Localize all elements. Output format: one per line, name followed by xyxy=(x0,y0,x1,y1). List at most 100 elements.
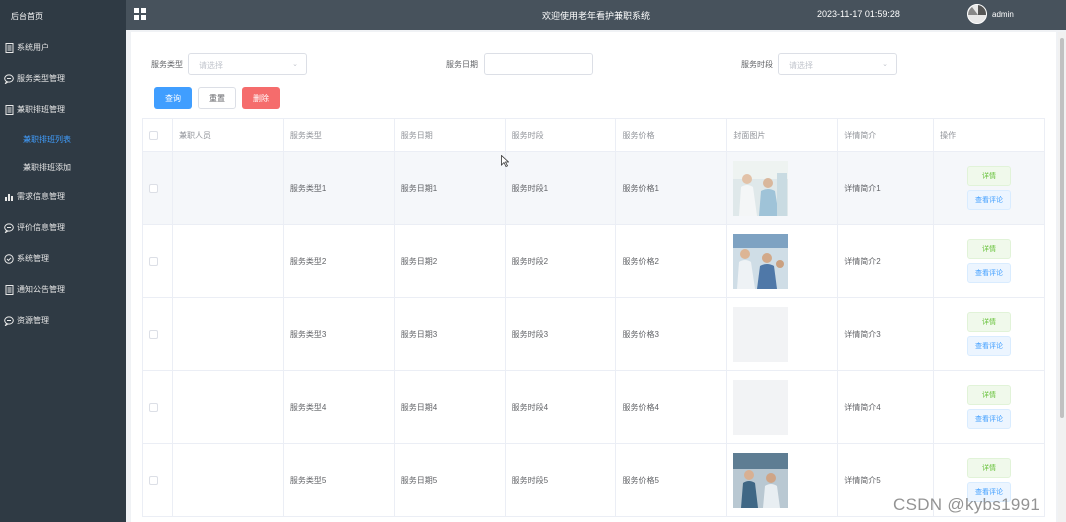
cell-date: 服务日期5 xyxy=(394,444,506,517)
select-all-checkbox[interactable] xyxy=(149,130,158,140)
cell-date: 服务日期3 xyxy=(394,298,506,371)
cell-date: 服务日期1 xyxy=(394,152,506,225)
detail-button[interactable]: 详情 xyxy=(967,312,1012,332)
cell-period: 服务时段2 xyxy=(505,225,617,298)
sidebar-item-service-type[interactable]: 服务类型管理 xyxy=(0,63,126,94)
service-type-select[interactable]: 请选择 ⌄ xyxy=(188,53,307,75)
cell-intro: 详情简介2 xyxy=(838,225,935,298)
cell-cover xyxy=(727,152,839,225)
cell-actions: 详情 查看评论 xyxy=(934,152,1045,225)
row-checkbox[interactable] xyxy=(149,183,158,193)
sidebar-item-label: 资源管理 xyxy=(17,316,49,325)
view-reviews-button[interactable]: 查看评论 xyxy=(967,336,1012,356)
cell-intro: 详情简介4 xyxy=(838,371,935,444)
cover-image[interactable] xyxy=(733,160,789,216)
cover-image-placeholder[interactable] xyxy=(733,379,789,435)
cell-cover xyxy=(727,444,839,517)
reset-button[interactable]: 重置 xyxy=(198,87,236,109)
sidebar-item-system[interactable]: 系统管理 xyxy=(0,243,126,274)
cell-type: 服务类型1 xyxy=(283,152,395,225)
cell-actions: 详情 查看评论 xyxy=(934,371,1045,444)
sidebar-item-label: 系统管理 xyxy=(17,254,49,263)
cell-type: 服务类型4 xyxy=(283,371,395,444)
sidebar-item-label: 通知公告管理 xyxy=(17,285,65,294)
sidebar-item-review[interactable]: 评价信息管理 xyxy=(0,212,126,243)
column-header: 服务时段 xyxy=(505,119,617,152)
sidebar-item-label: 系统用户 xyxy=(17,43,49,52)
table-row[interactable]: 服务类型3 服务日期3 服务时段3 服务价格3 详情简介3 详情 查看评论 xyxy=(143,298,1045,371)
sidebar: 后台首页 系统用户 服务类型管理 兼职排班管理 兼职排班列表 兼职排班添加 需求… xyxy=(0,0,126,522)
delete-button[interactable]: 删除 xyxy=(242,87,280,109)
sidebar-item-resource[interactable]: 资源管理 xyxy=(0,305,126,336)
detail-button[interactable]: 详情 xyxy=(967,239,1012,259)
cell-date: 服务日期2 xyxy=(394,225,506,298)
chevron-down-icon: ⌄ xyxy=(292,61,298,68)
cell-price: 服务价格4 xyxy=(616,371,728,444)
scrollbar[interactable] xyxy=(1058,32,1066,522)
cell-period: 服务时段4 xyxy=(505,371,617,444)
cell-cover xyxy=(727,371,839,444)
query-button[interactable]: 查询 xyxy=(154,87,192,109)
view-reviews-button[interactable]: 查看评论 xyxy=(967,190,1012,210)
table-row[interactable]: 服务类型2 服务日期2 服务时段2 服务价格2 详情简介2 详情 查看评论 xyxy=(143,225,1045,298)
cover-image[interactable] xyxy=(733,233,789,289)
column-header: 服务价格 xyxy=(616,119,728,152)
sidebar-subitem-schedule-add[interactable]: 兼职排班添加 xyxy=(0,153,126,181)
cell-period: 服务时段1 xyxy=(505,152,617,225)
service-date-input[interactable] xyxy=(484,53,593,75)
cell-price: 服务价格5 xyxy=(616,444,728,517)
row-checkbox-cell xyxy=(143,152,173,225)
view-reviews-button[interactable]: 查看评论 xyxy=(967,409,1012,429)
mouse-cursor-icon xyxy=(501,155,509,167)
cell-type: 服务类型3 xyxy=(283,298,395,371)
service-type-label: 服务类型 xyxy=(151,60,183,69)
cell-intro: 详情简介3 xyxy=(838,298,935,371)
row-checkbox[interactable] xyxy=(149,402,158,412)
cover-image-placeholder[interactable] xyxy=(733,306,789,362)
sidebar-home[interactable]: 后台首页 xyxy=(0,0,126,32)
watermark: CSDN @kybs1991 xyxy=(893,495,1041,514)
service-date-label: 服务日期 xyxy=(446,60,478,69)
row-checkbox-cell xyxy=(143,371,173,444)
document-icon xyxy=(4,104,14,115)
column-header: 兼职人员 xyxy=(172,119,284,152)
table-row[interactable]: 服务类型1 服务日期1 服务时段1 服务价格1 详情简介1 详情 查看评论 xyxy=(143,152,1045,225)
scrollbar-thumb[interactable] xyxy=(1060,38,1064,418)
cell-cover xyxy=(727,298,839,371)
row-checkbox[interactable] xyxy=(149,256,158,266)
cell-actions: 详情 查看评论 xyxy=(934,298,1045,371)
top-bar: 欢迎使用老年看护兼职系统 2023-11-17 01:59:28 admin xyxy=(126,0,1066,30)
table-row[interactable]: 服务类型4 服务日期4 服务时段4 服务价格4 详情简介4 详情 查看评论 xyxy=(143,371,1045,444)
cell-cover xyxy=(727,225,839,298)
cell-staff xyxy=(172,152,284,225)
sidebar-item-system-users[interactable]: 系统用户 xyxy=(0,32,126,63)
cell-period: 服务时段5 xyxy=(505,444,617,517)
service-period-select[interactable]: 请选择 ⌄ xyxy=(778,53,897,75)
row-checkbox-cell xyxy=(143,298,173,371)
detail-button[interactable]: 详情 xyxy=(967,458,1012,478)
row-checkbox[interactable] xyxy=(149,475,158,485)
cell-intro: 详情简介1 xyxy=(838,152,935,225)
sidebar-item-demand[interactable]: 需求信息管理 xyxy=(0,181,126,212)
service-period-label: 服务时段 xyxy=(741,60,773,69)
app-title: 欢迎使用老年看护兼职系统 xyxy=(541,11,650,21)
cover-image[interactable] xyxy=(733,452,789,508)
datetime-display: 2023-11-17 01:59:28 xyxy=(817,9,900,19)
sidebar-item-label: 服务类型管理 xyxy=(17,74,65,83)
service-period-placeholder: 请选择 xyxy=(789,61,813,70)
cell-staff xyxy=(172,371,284,444)
view-reviews-button[interactable]: 查看评论 xyxy=(967,263,1012,283)
chat-icon xyxy=(4,73,14,84)
sidebar-item-schedule[interactable]: 兼职排班管理 xyxy=(0,94,126,125)
detail-button[interactable]: 详情 xyxy=(967,166,1012,186)
service-type-placeholder: 请选择 xyxy=(199,61,223,70)
row-checkbox[interactable] xyxy=(149,329,158,339)
cell-price: 服务价格2 xyxy=(616,225,728,298)
cell-staff xyxy=(172,444,284,517)
username[interactable]: admin xyxy=(992,10,1014,19)
avatar[interactable] xyxy=(967,4,987,24)
column-header: 服务类型 xyxy=(283,119,395,152)
detail-button[interactable]: 详情 xyxy=(967,385,1012,405)
sidebar-subitem-schedule-list[interactable]: 兼职排班列表 xyxy=(0,125,126,153)
sidebar-item-notice[interactable]: 通知公告管理 xyxy=(0,274,126,305)
